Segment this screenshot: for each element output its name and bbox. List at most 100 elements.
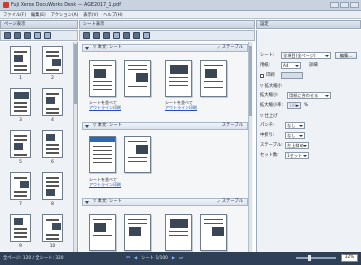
sheet-page[interactable] xyxy=(124,214,151,251)
sheet-position: シート 1/100 xyxy=(141,256,168,261)
zoom-slider-knob[interactable] xyxy=(308,255,311,261)
outline-print-link[interactable]: アウトライン印刷 xyxy=(165,105,197,110)
scale-select[interactable]: 用紙に合わせる xyxy=(287,92,331,99)
next-icon[interactable]: ▶ xyxy=(172,256,175,261)
sheet-caption: シートを並べて アウトライン印刷 xyxy=(165,100,197,110)
binding-label: セット数: xyxy=(260,153,279,158)
page-thumbnail[interactable] xyxy=(42,214,63,242)
zoom-slider[interactable] xyxy=(296,255,336,261)
page-thumbnail[interactable] xyxy=(42,88,63,116)
copy-sheet-icon[interactable] xyxy=(93,32,100,39)
page-thumbnail[interactable] xyxy=(10,46,31,74)
print-settings-button[interactable] xyxy=(281,72,303,79)
finish-section-title[interactable]: ▽ 仕上げ xyxy=(260,113,278,119)
sheet-header-label: ▽ 本文: シート xyxy=(93,199,122,204)
sheets-scrollbar[interactable] xyxy=(248,42,252,252)
sheet-page[interactable] xyxy=(89,60,116,97)
minimize-button[interactable] xyxy=(330,2,339,8)
page-pair: 1 2 xyxy=(0,46,77,88)
sheet-header[interactable]: ▽ 本文: シート ステープル xyxy=(82,122,248,130)
sheet-page[interactable] xyxy=(200,60,227,97)
pages-scrollbar[interactable] xyxy=(73,42,77,252)
close-button[interactable] xyxy=(350,2,359,8)
split-sheet-icon[interactable] xyxy=(123,32,130,39)
new-sheet-icon[interactable] xyxy=(83,32,90,39)
sheet-page[interactable] xyxy=(124,136,151,173)
status-text: 全ページ: 120 / 全シート: 320 xyxy=(3,256,64,261)
page-number: 10 xyxy=(49,244,56,249)
punch-select[interactable]: なし xyxy=(285,122,305,129)
outline-print-link[interactable]: アウトライン印刷 xyxy=(89,182,121,187)
delete-sheet-icon[interactable] xyxy=(133,32,140,39)
page-thumbnail[interactable] xyxy=(10,88,31,116)
sheet-header[interactable]: ▽ 本文: シート ✓ ステープル xyxy=(82,44,248,52)
sheet-page[interactable] xyxy=(89,136,116,173)
delete-page-icon[interactable] xyxy=(14,32,21,39)
rotate-page-icon[interactable] xyxy=(24,32,31,39)
menu-action[interactable]: アクション(A) xyxy=(51,12,79,18)
page-thumbnail[interactable] xyxy=(42,46,63,74)
print-option: 印刷 xyxy=(260,72,275,80)
sheet-caption: シートを並べて アウトライン印刷 xyxy=(89,177,121,187)
binding-select[interactable]: 1セット xyxy=(285,152,309,159)
staple-label: ステープル xyxy=(221,45,243,50)
sheet-page[interactable] xyxy=(165,214,192,251)
collapse-icon[interactable] xyxy=(85,125,89,128)
print-checkbox[interactable] xyxy=(260,74,264,78)
sheets-panel: ▽ 本文: シート ✓ ステープル シートを並べて アウトライン印刷 シートを並… xyxy=(79,42,253,252)
zoom-page-icon[interactable] xyxy=(44,32,51,39)
sheet-select[interactable]: 全項目(全ページ) xyxy=(281,52,331,59)
prev-icon[interactable]: ◀ xyxy=(134,256,137,261)
staple-select[interactable]: 左上斜め xyxy=(285,142,309,149)
sheet-page[interactable] xyxy=(165,60,192,97)
paper-select[interactable]: A4 xyxy=(281,62,301,69)
staple-label: ステープル xyxy=(221,199,243,204)
menu-edit[interactable]: 編集(E) xyxy=(31,12,46,18)
page-thumbnail[interactable] xyxy=(10,172,31,200)
check-icon: ✓ xyxy=(216,45,221,51)
custom-label: 詳細 xyxy=(309,63,318,68)
print-sheet-icon[interactable] xyxy=(143,32,150,39)
sheets-toolbar xyxy=(79,30,255,41)
first-icon[interactable]: ⏮ xyxy=(126,256,130,261)
settings-panel-title: 設定 xyxy=(256,20,361,29)
outline-print-link[interactable]: アウトライン印刷 xyxy=(89,105,121,110)
merge-sheet-icon[interactable] xyxy=(113,32,120,39)
sheet-label: シート: xyxy=(260,53,275,58)
sheet-page[interactable] xyxy=(124,60,151,97)
sheet-header[interactable]: ▽ 本文: シート ✓ ステープル xyxy=(82,198,248,206)
menu-help[interactable]: ヘルプ(H) xyxy=(103,12,122,18)
maximize-button[interactable] xyxy=(340,2,349,8)
paste-sheet-icon[interactable] xyxy=(103,32,110,39)
staple-label: ステープル xyxy=(221,123,243,128)
collapse-icon[interactable] xyxy=(85,201,89,204)
page-number: 1 xyxy=(19,76,22,81)
scale-section-title[interactable]: ▽ 拡大縮小 xyxy=(260,83,282,89)
page-thumbnail[interactable] xyxy=(42,130,63,158)
collapse-icon[interactable] xyxy=(85,47,89,50)
sheet-page[interactable] xyxy=(200,214,227,251)
check-icon: ✓ xyxy=(216,199,221,205)
page-thumbnail[interactable] xyxy=(10,130,31,158)
page-thumbnail[interactable] xyxy=(10,214,31,242)
last-icon[interactable]: ⏭ xyxy=(179,256,183,261)
insert-page-icon[interactable] xyxy=(4,32,11,39)
move-page-icon[interactable] xyxy=(34,32,41,39)
menu-view[interactable]: 表示(V) xyxy=(83,12,98,18)
sheets-panel-title: シート表示 xyxy=(79,20,255,29)
page-pair: 7 8 xyxy=(0,172,77,214)
sheet-page[interactable] xyxy=(89,214,116,251)
folding-select[interactable]: なし xyxy=(285,132,305,139)
page-number: 9 xyxy=(19,244,22,249)
page-banner xyxy=(90,137,115,142)
page-thumbnail[interactable] xyxy=(42,172,63,200)
edit-button[interactable]: 編集... xyxy=(335,52,357,59)
menu-file[interactable]: ファイル(F) xyxy=(3,12,26,18)
ratio-label: 拡大縮小率: xyxy=(260,103,283,108)
pages-toolbar xyxy=(0,30,78,41)
zoom-level[interactable]: 32% xyxy=(341,254,358,262)
page-number: 4 xyxy=(51,118,54,123)
ratio-input[interactable]: 100 xyxy=(287,102,301,109)
page-pair: 9 10 xyxy=(0,214,77,252)
page-number: 7 xyxy=(19,202,22,207)
